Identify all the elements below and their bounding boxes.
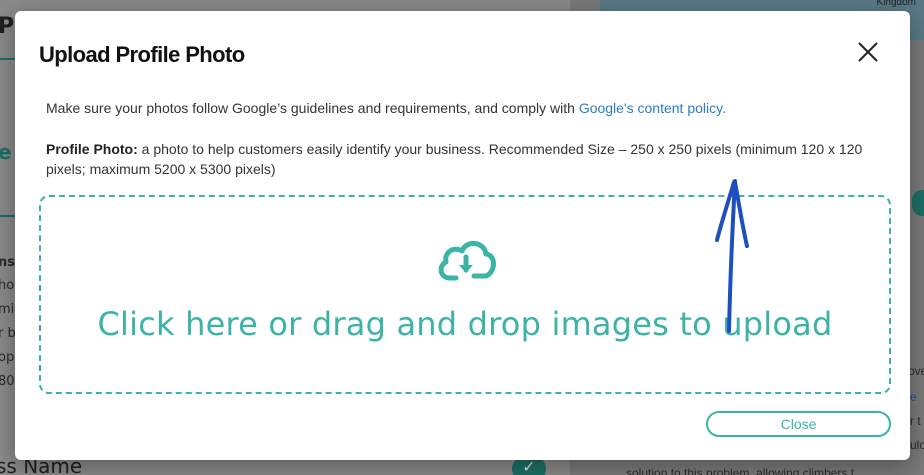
profile-photo-description: Profile Photo: a photo to help customers…: [46, 139, 876, 179]
guidelines-sentence: Make sure your photos follow Google’s gu…: [46, 100, 579, 116]
bg-text-fragment: ove: [908, 364, 924, 378]
upload-profile-photo-dialog: Upload Profile Photo Make sure your phot…: [15, 11, 910, 460]
profile-photo-label: Profile Photo:: [46, 141, 138, 157]
bg-text-fragment: e: [910, 390, 917, 404]
guidelines-text: Make sure your photos follow Google’s gu…: [46, 98, 886, 118]
close-icon[interactable]: [853, 37, 883, 67]
bg-text-fragment: 80: [0, 374, 15, 389]
bg-text-fragment: op: [0, 350, 15, 365]
bg-text-fragment: mi: [0, 302, 15, 317]
bg-text-fragment: solution to this problem, allowing climb…: [626, 466, 855, 475]
bg-section-heading-fragment: e: [0, 140, 12, 164]
image-dropzone[interactable]: Click here or drag and drop images to up…: [39, 195, 891, 394]
dialog-title: Upload Profile Photo: [39, 42, 245, 67]
bg-map-label: Kingdom: [876, 0, 916, 8]
cloud-upload-icon: [434, 236, 498, 284]
profile-photo-requirements: a photo to help customers easily identif…: [46, 141, 863, 177]
dropzone-instructions: Click here or drag and drop images to up…: [97, 305, 833, 343]
bg-side-button: [912, 190, 924, 216]
close-button[interactable]: Close: [706, 411, 891, 437]
bg-text-fragment: r b: [0, 326, 16, 341]
bg-text-fragment: ulo: [910, 438, 924, 452]
bg-text-fragment: r t: [910, 414, 921, 428]
content-policy-link[interactable]: Google's content policy.: [579, 100, 726, 116]
bg-text-fragment: ns: [0, 255, 15, 270]
